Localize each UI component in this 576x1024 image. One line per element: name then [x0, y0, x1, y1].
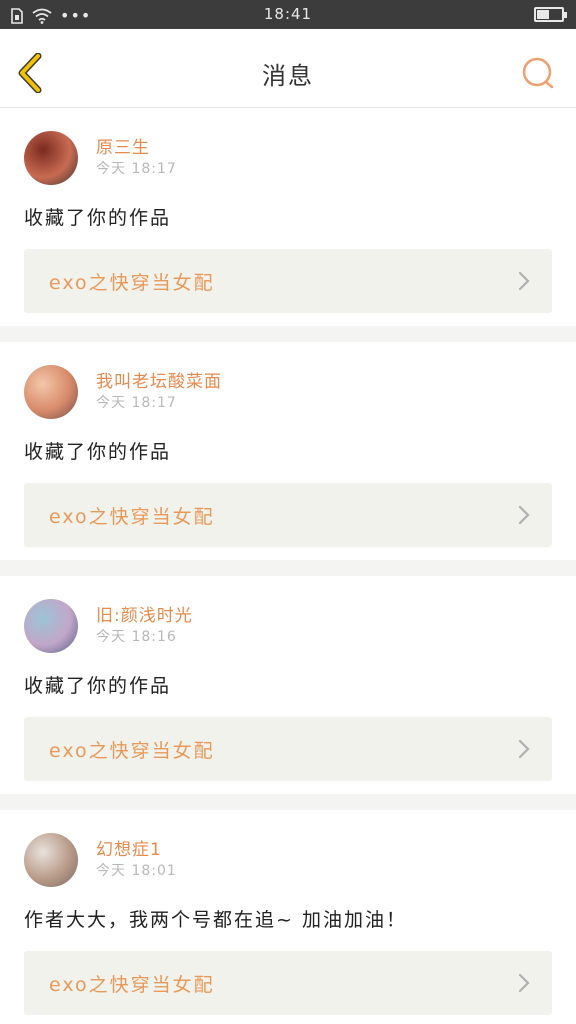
username[interactable]: 原三生 — [96, 137, 177, 159]
message-time: 今天 18:17 — [96, 161, 177, 177]
message-text: 收藏了你的作品 — [24, 675, 172, 697]
work-title: exo之快穿当女配 — [49, 740, 215, 762]
message-header: 幻想症1 今天 18:01 — [24, 833, 552, 889]
message-card: 我叫老坛酸菜面 今天 18:17 收藏了你的作品 exo之快穿当女配 — [0, 342, 576, 560]
work-link[interactable]: exo之快穿当女配 — [24, 249, 552, 313]
work-link[interactable]: exo之快穿当女配 — [24, 951, 552, 1015]
message-header: 原三生 今天 18:17 — [24, 131, 552, 187]
message-meta: 我叫老坛酸菜面 今天 18:17 — [96, 365, 222, 413]
search-icon — [522, 57, 554, 89]
username[interactable]: 幻想症1 — [96, 839, 177, 861]
work-title: exo之快穿当女配 — [49, 506, 215, 528]
work-title: exo之快穿当女配 — [49, 974, 215, 996]
message-list: 原三生 今天 18:17 收藏了你的作品 exo之快穿当女配 我叫老坛酸菜面 今… — [0, 108, 576, 1024]
username[interactable]: 旧:颜浅时光 — [96, 605, 193, 627]
work-title: exo之快穿当女配 — [49, 272, 215, 294]
chevron-right-icon — [518, 505, 530, 525]
avatar[interactable] — [24, 131, 78, 185]
message-header: 我叫老坛酸菜面 今天 18:17 — [24, 365, 552, 421]
message-text: 收藏了你的作品 — [24, 441, 172, 463]
message-header: 旧:颜浅时光 今天 18:16 — [24, 599, 552, 655]
header: 消息 — [0, 29, 576, 108]
avatar[interactable] — [24, 365, 78, 419]
message-card: 幻想症1 今天 18:01 作者大大，我两个号都在追~ 加油加油！ exo之快穿… — [0, 810, 576, 1024]
message-meta: 原三生 今天 18:17 — [96, 131, 177, 179]
message-card: 旧:颜浅时光 今天 18:16 收藏了你的作品 exo之快穿当女配 — [0, 576, 576, 794]
avatar[interactable] — [24, 599, 78, 653]
work-link[interactable]: exo之快穿当女配 — [24, 483, 552, 547]
chevron-right-icon — [518, 271, 530, 291]
message-time: 今天 18:17 — [96, 395, 177, 411]
avatar[interactable] — [24, 833, 78, 887]
message-card: 原三生 今天 18:17 收藏了你的作品 exo之快穿当女配 — [0, 108, 576, 326]
battery-level — [537, 10, 549, 19]
message-meta: 旧:颜浅时光 今天 18:16 — [96, 599, 193, 647]
page-title: 消息 — [262, 62, 314, 90]
message-time: 今天 18:01 — [96, 863, 177, 879]
message-text: 作者大大，我两个号都在追~ 加油加油！ — [24, 909, 407, 931]
status-bar: ••• 18:41 — [0, 0, 576, 29]
battery-icon — [534, 7, 567, 22]
message-time: 今天 18:16 — [96, 629, 177, 645]
chevron-right-icon — [518, 973, 530, 993]
username[interactable]: 我叫老坛酸菜面 — [96, 371, 222, 393]
message-meta: 幻想症1 今天 18:01 — [96, 833, 177, 881]
search-button[interactable] — [520, 56, 556, 92]
chevron-right-icon — [518, 739, 530, 759]
status-time: 18:41 — [263, 5, 313, 23]
work-link[interactable]: exo之快穿当女配 — [24, 717, 552, 781]
message-text: 收藏了你的作品 — [24, 207, 172, 229]
